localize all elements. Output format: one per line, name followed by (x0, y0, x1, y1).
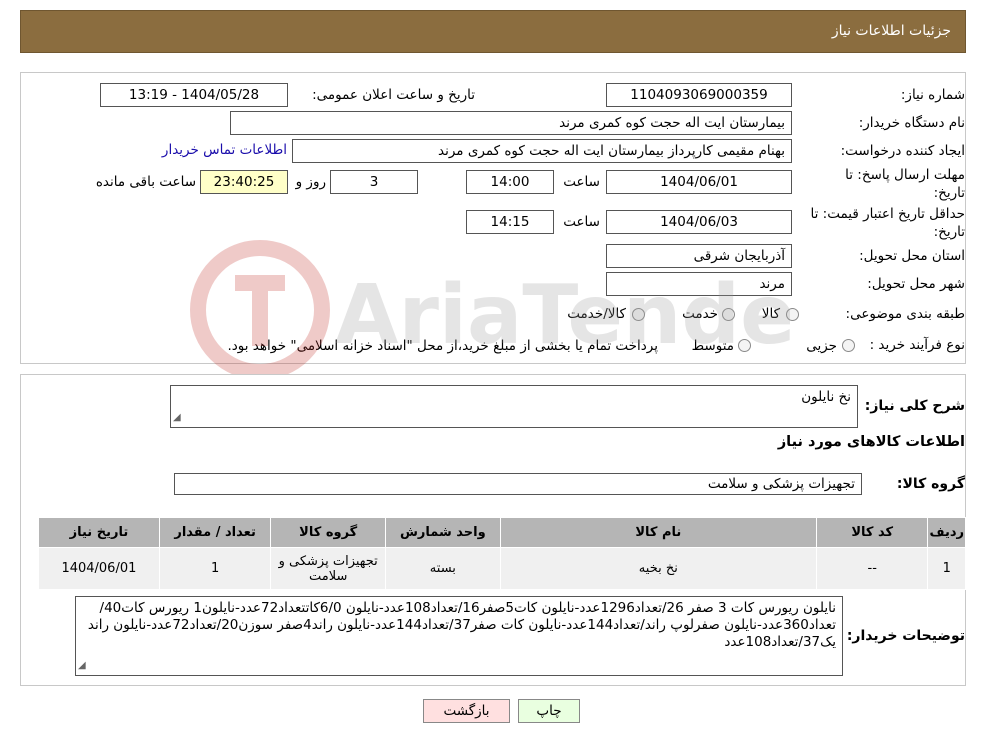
validity-label-line1: حداقل تاریخ اعتبار قیمت: تا (810, 206, 965, 222)
cell-unit: بسته (385, 547, 501, 590)
watermark-logo-icon: AriaTender.neT (190, 240, 790, 380)
cell-row-no: 1 (927, 547, 966, 590)
goods-group-label: گروه کالا: (896, 476, 965, 492)
back-button[interactable]: بازگشت (423, 699, 510, 723)
remaining-time-field: 23:40:25 (200, 170, 288, 194)
goods-group-field: تجهیزات پزشکی و سلامت (174, 473, 862, 495)
cell-name: نخ بخیه (499, 547, 817, 590)
col-header-qty: تعداد / مقدار (158, 517, 272, 548)
buyer-notes-text: نایلون ریورس کات 3 صفر 26/تعداد1296عدد-ن… (87, 600, 836, 650)
print-button[interactable]: چاپ (518, 699, 580, 723)
resize-grip-icon[interactable]: ◢ (78, 657, 86, 674)
resize-grip-icon[interactable]: ◢ (173, 409, 181, 426)
process-label: نوع فرآیند خرید : (869, 337, 965, 353)
cell-group: تجهیزات پزشکی و سلامت (270, 547, 387, 590)
remaining-time-label: ساعت باقی مانده (95, 174, 196, 190)
days-remaining-field: 3 (330, 170, 418, 194)
general-desc-label: شرح کلی نیاز: (864, 398, 965, 414)
table-header-row: ردیف کد کالا نام کالا واحد شمارش گروه کا… (38, 517, 966, 548)
col-header-code: کد کالا (815, 517, 929, 548)
need-number-label: شماره نیاز: (900, 87, 965, 103)
col-header-group: گروه کالا (270, 517, 387, 548)
svg-text:AriaTender.neT: AriaTender.neT (335, 268, 790, 363)
goods-info-title: اطلاعات کالاهای مورد نیاز (777, 434, 965, 450)
province-label: استان محل تحویل: (859, 248, 965, 264)
deadline-date-field: 1404/06/01 (606, 170, 792, 194)
page-title: جزئیات اطلاعات نیاز (831, 23, 951, 39)
goods-table: ردیف کد کالا نام کالا واحد شمارش گروه کا… (38, 517, 966, 590)
deadline-time-label: ساعت (563, 174, 600, 190)
buyer-notes-field: نایلون ریورس کات 3 صفر 26/تعداد1296عدد-ن… (75, 596, 843, 676)
process-radio-minor[interactable] (842, 339, 855, 352)
buyer-org-field: بیمارستان ایت اله حجت کوه کمری مرند (230, 111, 792, 135)
col-header-name: نام کالا (499, 517, 817, 548)
col-header-row-no: ردیف (927, 517, 966, 548)
process-option-minor: جزیی (806, 338, 837, 354)
announce-date-label: تاریخ و ساعت اعلان عمومی: (312, 87, 475, 103)
deadline-label-line1: مهلت ارسال پاسخ: تا (845, 167, 965, 183)
need-number-field: 1104093069000359 (606, 83, 792, 107)
validity-time-label: ساعت (563, 214, 600, 230)
validity-time-field: 14:15 (466, 210, 554, 234)
general-desc-text: نخ نایلون (801, 389, 851, 405)
deadline-label-line2: تاریخ: (933, 185, 965, 201)
table-row: 1 -- نخ بخیه بسته تجهیزات پزشکی و سلامت … (38, 547, 966, 590)
city-label: شهر محل تحویل: (867, 276, 965, 292)
cell-date: 1404/06/01 (38, 547, 160, 590)
cell-qty: 1 (158, 547, 272, 590)
deadline-time-field: 14:00 (466, 170, 554, 194)
category-label: طبقه بندی موضوعی: (845, 306, 965, 322)
announce-date-field: 1404/05/28 - 13:19 (100, 83, 288, 107)
cell-code: -- (815, 547, 929, 590)
col-header-unit: واحد شمارش (385, 517, 501, 548)
col-header-date: تاریخ نیاز (38, 517, 160, 548)
buyer-org-label: نام دستگاه خریدار: (858, 115, 965, 131)
days-label: روز و (295, 174, 326, 190)
creator-label: ایجاد کننده درخواست: (840, 143, 965, 159)
buyer-contact-link[interactable]: اطلاعات تماس خریدار (152, 142, 287, 158)
validity-date-field: 1404/06/03 (606, 210, 792, 234)
page-header: جزئیات اطلاعات نیاز (20, 10, 966, 53)
validity-label-line2: تاریخ: (933, 224, 965, 240)
buyer-notes-label: توضیحات خریدار: (846, 628, 965, 644)
creator-field: بهنام مقیمی کارپرداز بیمارستان ایت اله ح… (292, 139, 792, 163)
general-desc-field: نخ نایلون ◢ (170, 385, 858, 428)
